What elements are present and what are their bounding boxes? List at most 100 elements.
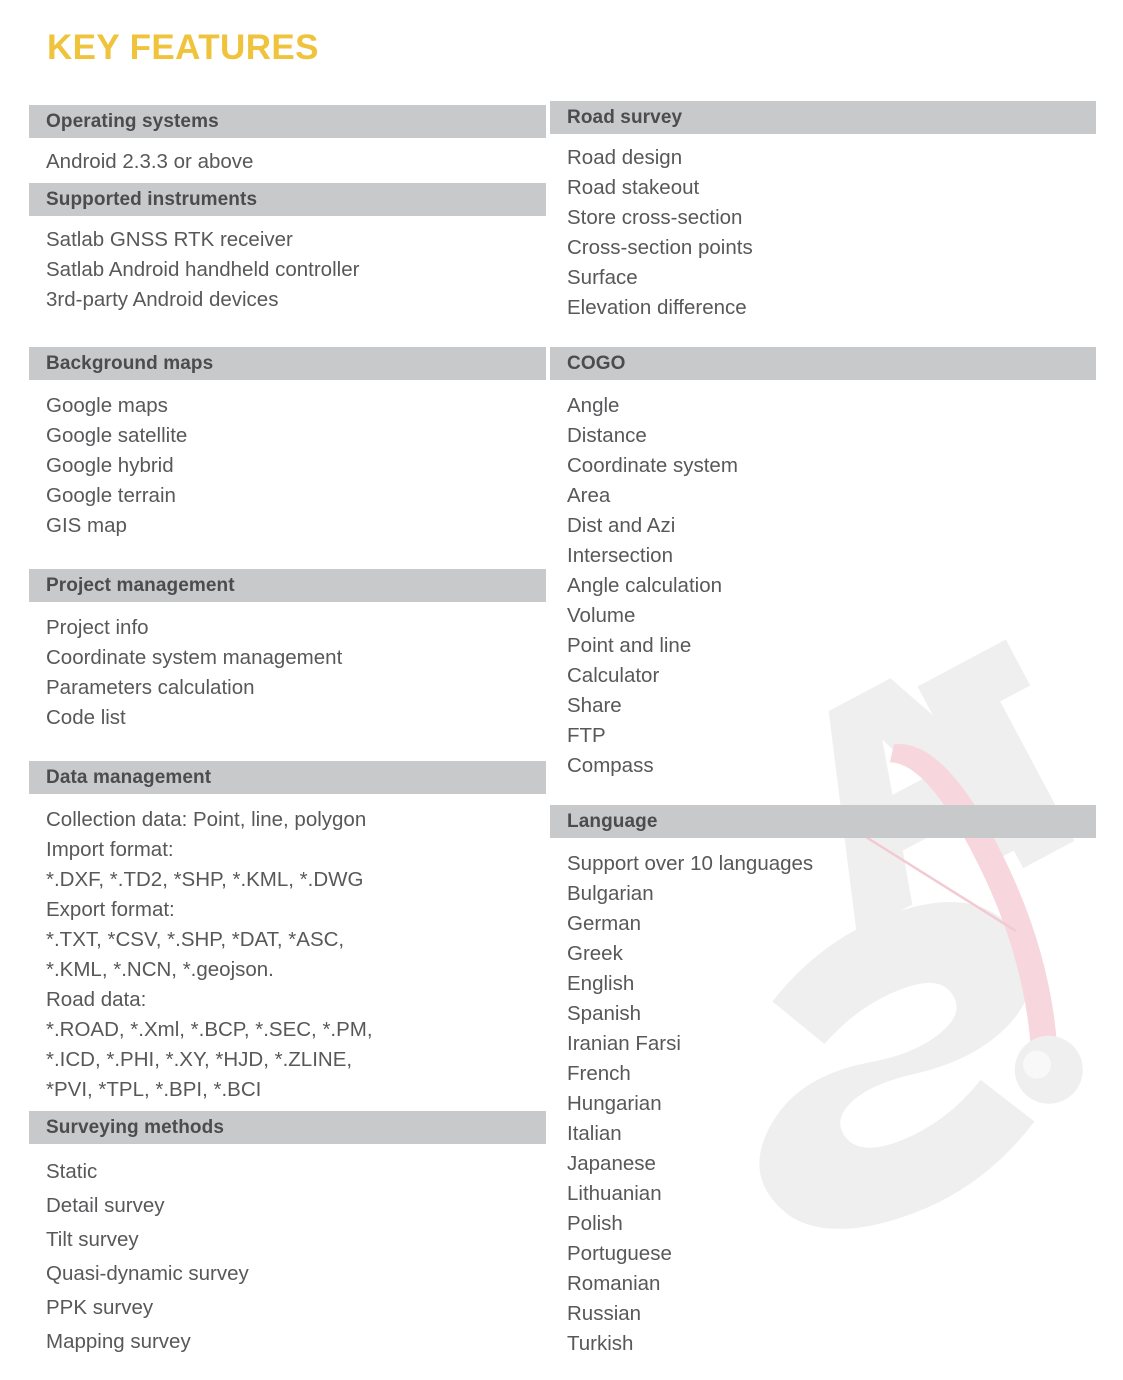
list-item: Distance: [567, 424, 647, 447]
list-item: *.DXF, *.TD2, *SHP, *.KML, *.DWG: [46, 868, 364, 891]
list-item: *.ROAD, *.Xml, *.BCP, *.SEC, *.PM,: [46, 1018, 373, 1041]
list-item: Coordinate system: [567, 454, 738, 477]
list-item: Compass: [567, 754, 654, 777]
list-item: German: [567, 912, 642, 935]
list-item: Collection data: Point, line, polygon: [46, 808, 367, 831]
list-item: *.ICD, *.PHI, *.XY, *HJD, *.ZLINE,: [46, 1048, 353, 1071]
list-item: *.KML, *.NCN, *.geojson.: [46, 958, 274, 981]
section-content: Angle Distance Coordinate system Area Di…: [550, 380, 1096, 805]
list-item: 3rd-party Android devices: [46, 288, 279, 311]
section-data-management: Data management Collection data: Point, …: [29, 761, 546, 1111]
list-item: Greek: [567, 942, 623, 965]
list-item: Surface: [567, 266, 638, 289]
section-title: Road survey: [567, 107, 683, 128]
section-header-language: Language: [550, 805, 1096, 838]
list-item: Calculator: [567, 664, 660, 687]
list-item: Elevation difference: [567, 296, 747, 319]
section-content: Road design Road stakeout Store cross-se…: [550, 134, 1096, 347]
section-surveying-methods: Surveying methods Static Detail survey T…: [29, 1111, 546, 1371]
section-cogo: COGO Angle Distance Coordinate system Ar…: [550, 347, 1096, 805]
list-item: Road design: [567, 146, 683, 169]
left-column: Operating systems Android 2.3.3 or above…: [0, 105, 546, 1371]
list-item: FTP: [567, 724, 606, 747]
list-item: Parameters calculation: [46, 676, 255, 699]
list-item: Road data:: [46, 988, 147, 1011]
section-header-data-management: Data management: [29, 761, 546, 794]
section-title: Project management: [46, 575, 235, 596]
list-item: GIS map: [46, 514, 127, 537]
section-title: Data management: [46, 767, 212, 788]
list-item: Lithuanian: [567, 1182, 662, 1205]
list-item: Export format:: [46, 898, 175, 921]
list-item: Iranian Farsi: [567, 1032, 681, 1055]
section-header-operating-systems: Operating systems: [29, 105, 546, 138]
list-item: Portuguese: [567, 1242, 672, 1265]
list-item: Google hybrid: [46, 454, 174, 477]
list-item: French: [567, 1062, 631, 1085]
section-content: Android 2.3.3 or above: [29, 138, 546, 183]
list-item: Cross-section points: [567, 236, 753, 259]
list-item: Area: [567, 484, 611, 507]
section-operating-systems: Operating systems Android 2.3.3 or above: [29, 105, 546, 183]
section-content: Google maps Google satellite Google hybr…: [29, 380, 546, 569]
list-item: Hungarian: [567, 1092, 662, 1115]
list-item: Google terrain: [46, 484, 176, 507]
page-title: KEY FEATURES: [47, 28, 319, 67]
two-column-layout: Operating systems Android 2.3.3 or above…: [0, 101, 1123, 1371]
list-item: English: [567, 972, 635, 995]
list-item: Tilt survey: [46, 1228, 139, 1251]
right-column: Road survey Road design Road stakeout St…: [546, 101, 1123, 1371]
section-header-project-management: Project management: [29, 569, 546, 602]
list-item: Polish: [567, 1212, 623, 1235]
section-header-surveying-methods: Surveying methods: [29, 1111, 546, 1144]
section-project-management: Project management Project info Coordina…: [29, 569, 546, 761]
section-content: Static Detail survey Tilt survey Quasi-d…: [29, 1144, 546, 1371]
list-item: Google satellite: [46, 424, 188, 447]
key-features-page: KEY FEATURES Operating systems Android 2…: [0, 0, 1123, 1376]
list-item: Volume: [567, 604, 636, 627]
list-item: PPK survey: [46, 1296, 154, 1319]
list-item: *PVI, *TPL, *.BPI, *.BCI: [46, 1078, 262, 1101]
list-item: Intersection: [567, 544, 673, 567]
section-header-background-maps: Background maps: [29, 347, 546, 380]
list-item: Turkish: [567, 1332, 634, 1355]
list-item: Satlab Android handheld controller: [46, 258, 360, 281]
list-item: Import format:: [46, 838, 174, 861]
section-header-supported-instruments: Supported instruments: [29, 183, 546, 216]
list-item: Dist and Azi: [567, 514, 676, 537]
list-item: Project info: [46, 616, 149, 639]
section-road-survey: Road survey Road design Road stakeout St…: [550, 101, 1096, 347]
section-language: Language Support over 10 languages Bulga…: [550, 805, 1096, 1371]
list-item: Bulgarian: [567, 882, 654, 905]
list-item: Android 2.3.3 or above: [46, 150, 254, 173]
list-item: Russian: [567, 1302, 642, 1325]
section-title: Operating systems: [46, 111, 219, 132]
list-item: Road stakeout: [567, 176, 700, 199]
list-item: Detail survey: [46, 1194, 165, 1217]
list-item: *.TXT, *CSV, *.SHP, *DAT, *ASC,: [46, 928, 345, 951]
section-title: COGO: [567, 353, 626, 374]
list-item: Quasi-dynamic survey: [46, 1262, 249, 1285]
list-item: Romanian: [567, 1272, 661, 1295]
list-item: Mapping survey: [46, 1330, 191, 1353]
list-item: Satlab GNSS RTK receiver: [46, 228, 293, 251]
section-header-road-survey: Road survey: [550, 101, 1096, 134]
section-title: Background maps: [46, 353, 214, 374]
list-item: Angle calculation: [567, 574, 722, 597]
list-item: Code list: [46, 706, 126, 729]
list-item: Support over 10 languages: [567, 852, 814, 875]
section-content: Support over 10 languages Bulgarian Germ…: [550, 838, 1096, 1371]
section-title: Surveying methods: [46, 1117, 225, 1138]
list-item: Static: [46, 1160, 98, 1183]
section-content: Project info Coordinate system managemen…: [29, 602, 546, 761]
list-item: Share: [567, 694, 622, 717]
list-item: Italian: [567, 1122, 622, 1145]
list-item: Angle: [567, 394, 620, 417]
list-item: Coordinate system management: [46, 646, 343, 669]
section-title: Language: [567, 811, 658, 832]
section-supported-instruments: Supported instruments Satlab GNSS RTK re…: [29, 183, 546, 347]
section-content: Collection data: Point, line, polygon Im…: [29, 794, 546, 1111]
list-item: Spanish: [567, 1002, 642, 1025]
section-title: Supported instruments: [46, 189, 258, 210]
list-item: Google maps: [46, 394, 168, 417]
